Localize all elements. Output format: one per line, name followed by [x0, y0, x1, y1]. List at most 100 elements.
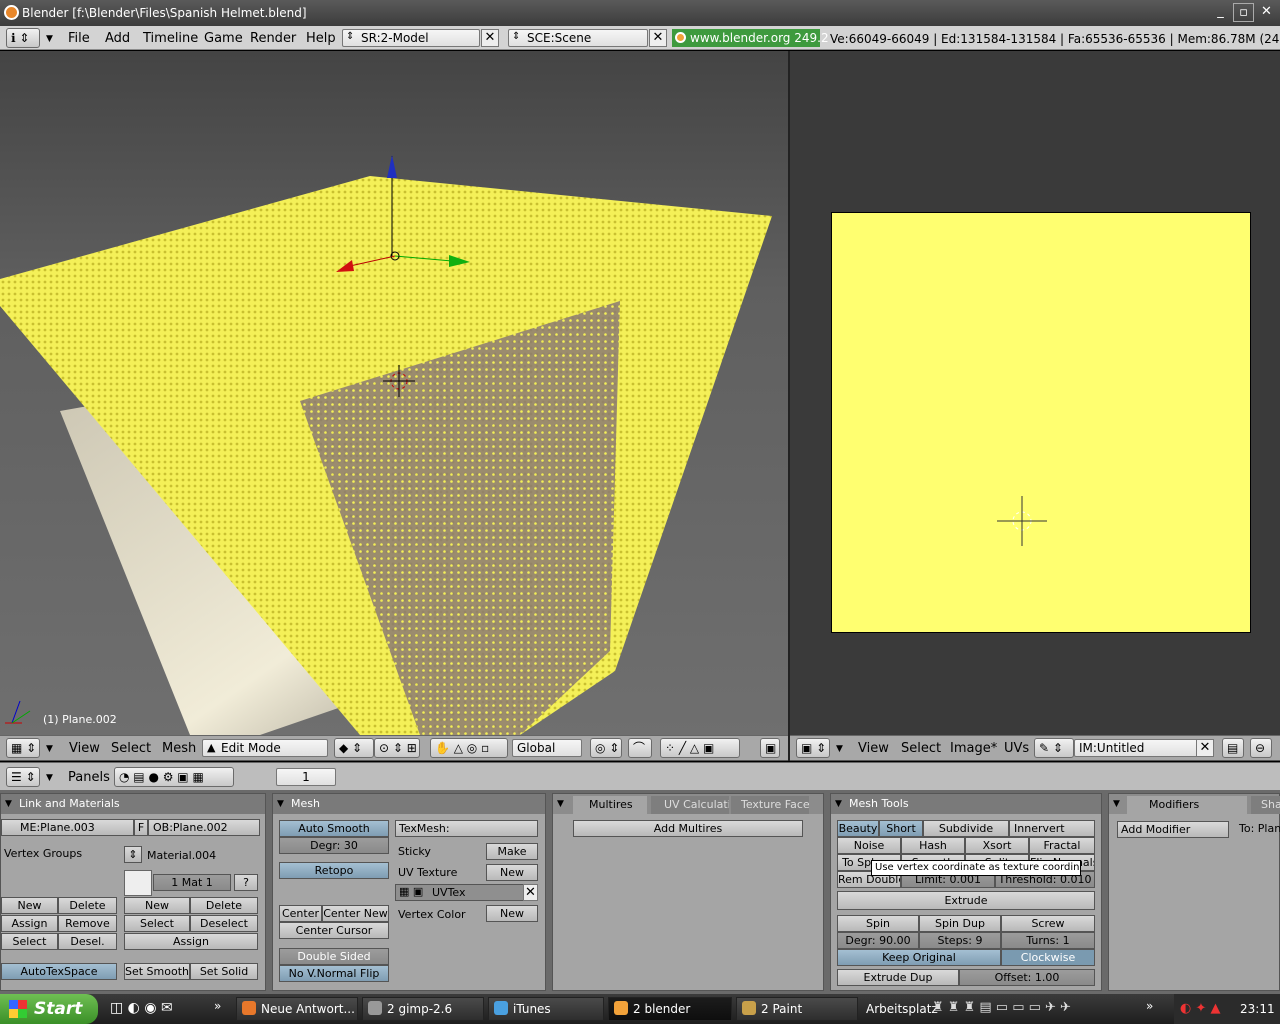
autotexspace-toggle[interactable]: AutoTexSpace: [1, 963, 117, 980]
image-unlink-icon[interactable]: ✕: [1196, 739, 1214, 757]
minimize-button[interactable]: _: [1210, 3, 1231, 22]
menu-help[interactable]: Help: [306, 30, 336, 48]
image-sync-icon[interactable]: ⊖: [1250, 738, 1272, 758]
uvtex-delete-icon[interactable]: ✕: [523, 884, 538, 901]
tab-multires[interactable]: Multires: [573, 796, 647, 814]
close-button[interactable]: ✕: [1256, 3, 1277, 22]
add-multires-button[interactable]: Add Multires: [573, 820, 803, 837]
menu-render[interactable]: Render: [250, 30, 296, 48]
workspace-toolbar-icons[interactable]: ♜ ♜ ♜ ▤ ▭ ▭ ▭ ✈ ✈: [932, 1000, 1071, 1015]
render-preview-icon[interactable]: ▣: [760, 738, 780, 758]
uv-image-editor[interactable]: [790, 51, 1280, 735]
image-menu-uvs[interactable]: UVs: [1004, 740, 1029, 758]
pivot-selector[interactable]: ⊙ ⇕ ⊞: [374, 738, 420, 758]
3d-viewport[interactable]: (1) Plane.002: [0, 51, 788, 735]
tray-icons[interactable]: ◐ ✦ ▲: [1180, 994, 1221, 1024]
collapse-menu-icon[interactable]: ▼: [46, 30, 53, 48]
add-modifier-button[interactable]: Add Modifier: [1117, 821, 1229, 838]
3d-menu-view[interactable]: View: [69, 740, 100, 758]
subdivide-button[interactable]: Subdivide: [923, 820, 1009, 837]
retopo-toggle[interactable]: Retopo: [279, 862, 389, 879]
image-menu-select[interactable]: Select: [901, 740, 941, 758]
panel-link-materials-title[interactable]: Link and Materials: [1, 794, 265, 814]
innervert-selector[interactable]: Innervert: [1009, 820, 1095, 837]
vgroup-remove-button[interactable]: Remove: [58, 915, 117, 932]
image-menu-view[interactable]: View: [858, 740, 889, 758]
vgroup-assign-button[interactable]: Assign: [1, 915, 58, 932]
draw-type-selector[interactable]: ◆ ⇕: [334, 738, 374, 758]
scene-selector[interactable]: SCE:Scene: [508, 29, 648, 47]
quicklaunch-more-icon[interactable]: »: [214, 999, 221, 1013]
center-new-button[interactable]: Center New: [322, 905, 389, 922]
image-pack-icon[interactable]: ▤: [1222, 738, 1244, 758]
center-button[interactable]: Center: [279, 905, 322, 922]
image-menu-image[interactable]: Image*: [950, 740, 997, 758]
material-assign-button[interactable]: Assign: [124, 933, 258, 950]
tab-uv-calculation[interactable]: UV Calculation: [651, 796, 729, 814]
short-toggle[interactable]: Short: [879, 820, 923, 837]
tab-modifiers[interactable]: Modifiers: [1127, 796, 1247, 814]
vgroup-delete-button[interactable]: Delete: [58, 897, 117, 914]
screw-button[interactable]: Screw: [1001, 915, 1095, 932]
clockwise-toggle[interactable]: Clockwise: [1001, 949, 1095, 966]
object-datablock-field[interactable]: OB:Plane.002: [148, 819, 260, 836]
offset-field[interactable]: Offset: 1.00: [959, 969, 1095, 986]
image-pin-icon[interactable]: ✎ ⇕: [1034, 738, 1074, 758]
buttons-header-collapse-icon[interactable]: ▼: [46, 769, 53, 787]
turns-field[interactable]: Turns: 1: [1001, 932, 1095, 949]
fractal-button[interactable]: Fractal: [1029, 837, 1095, 854]
maximize-button[interactable]: ▫: [1233, 3, 1254, 22]
z-axis-arrow-icon[interactable]: [387, 155, 397, 178]
editor-type-3d-icon[interactable]: ▦ ⇕: [6, 738, 40, 758]
screen-delete-icon[interactable]: ✕: [481, 29, 499, 47]
sticky-make-button[interactable]: Make: [486, 843, 538, 860]
menu-game[interactable]: Game: [204, 30, 243, 48]
frame-number-field[interactable]: 1: [276, 768, 336, 786]
select-mode-toggles[interactable]: ⁘ ╱ △ ▣: [660, 738, 740, 758]
scene-browse-icon[interactable]: ⇕: [512, 31, 520, 42]
spin-button[interactable]: Spin: [837, 915, 919, 932]
auto-smooth-degree-field[interactable]: Degr: 30: [279, 837, 389, 854]
mode-selector[interactable]: Edit Mode: [202, 739, 328, 757]
spin-degree-field[interactable]: Degr: 90.00: [837, 932, 919, 949]
auto-smooth-toggle[interactable]: Auto Smooth: [279, 820, 389, 837]
vgroup-select-button[interactable]: Select: [1, 933, 58, 950]
double-sided-toggle[interactable]: Double Sided: [279, 948, 389, 965]
material-help-button[interactable]: ?: [234, 874, 258, 891]
uv-texture-new-button[interactable]: New: [486, 864, 538, 881]
3d-header-collapse-icon[interactable]: ▼: [46, 740, 53, 758]
mesh-datablock-field[interactable]: ME:Plane.003: [1, 819, 134, 836]
snap-icon[interactable]: ⌒: [628, 738, 652, 758]
no-vnormal-flip-toggle[interactable]: No V.Normal Flip: [279, 965, 389, 982]
material-delete-button[interactable]: Delete: [190, 897, 258, 914]
extrude-button[interactable]: Extrude: [837, 891, 1095, 910]
editor-type-image-icon[interactable]: ▣ ⇕: [796, 738, 830, 758]
xsort-button[interactable]: Xsort: [965, 837, 1029, 854]
3d-menu-mesh[interactable]: Mesh: [162, 740, 196, 758]
tab-shapes[interactable]: Shap: [1251, 796, 1280, 814]
image-browse-field[interactable]: IM:Untitled: [1074, 739, 1200, 757]
panel-mesh-tools-title[interactable]: Mesh Tools: [831, 794, 1101, 814]
fake-user-toggle[interactable]: F: [134, 819, 148, 836]
uv-image-canvas[interactable]: [831, 212, 1251, 633]
blender-version-link[interactable]: www.blender.org 249.2: [672, 29, 829, 47]
panel-mesh-title[interactable]: Mesh: [273, 794, 545, 814]
proportional-edit-icon[interactable]: ◎ ⇕: [590, 738, 622, 758]
texmesh-field[interactable]: TexMesh:: [395, 820, 538, 837]
steps-field[interactable]: Steps: 9: [919, 932, 1001, 949]
tab-texture-face[interactable]: Texture Face: [731, 796, 809, 814]
spin-dup-button[interactable]: Spin Dup: [919, 915, 1001, 932]
hash-button[interactable]: Hash: [901, 837, 965, 854]
material-index-field[interactable]: 1 Mat 1: [153, 874, 231, 891]
scene-delete-icon[interactable]: ✕: [649, 29, 667, 47]
screen-browse-icon[interactable]: ⇕: [346, 31, 354, 42]
vertex-color-new-button[interactable]: New: [486, 905, 538, 922]
3d-menu-select[interactable]: Select: [111, 740, 151, 758]
transform-orientation-selector[interactable]: Global: [512, 739, 582, 757]
menu-file[interactable]: File: [68, 30, 90, 48]
noise-button[interactable]: Noise: [837, 837, 901, 854]
material-select-button[interactable]: Select: [124, 915, 190, 932]
context-tab-icons[interactable]: ◔ ▤ ● ⚙ ▣ ▦: [114, 767, 234, 787]
menu-timeline[interactable]: Timeline: [143, 30, 198, 48]
image-header-collapse-icon[interactable]: ▼: [836, 740, 843, 758]
